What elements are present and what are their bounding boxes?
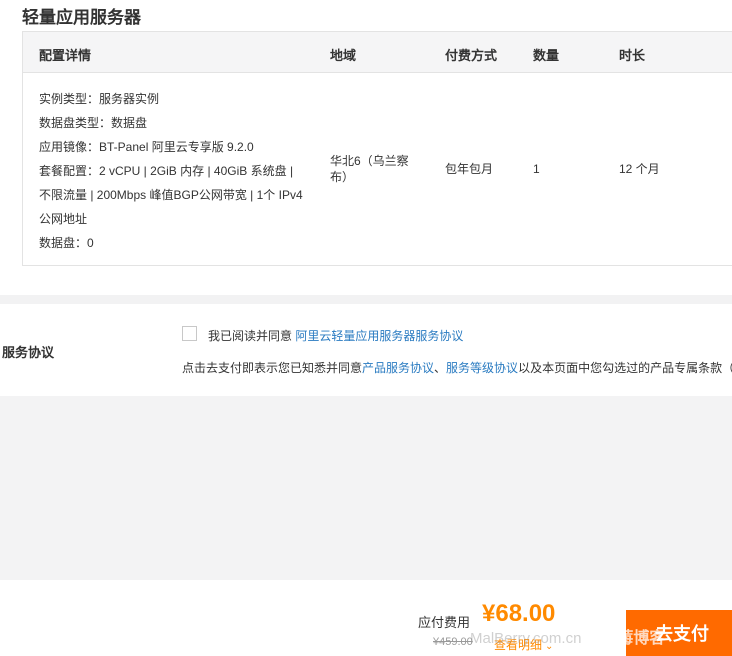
service-level-agreement-link[interactable]: 服务等级协议 xyxy=(446,361,518,375)
empty-area xyxy=(0,396,732,580)
chevron-down-icon: ⌄ xyxy=(545,641,554,652)
section-divider xyxy=(0,295,732,304)
config-package-line-3: 公网地址 xyxy=(39,212,88,226)
config-package-line-2: 不限流量 | 200Mbps 峰值BGP公网带宽 | 1个 IPv4 xyxy=(39,188,303,202)
config-package-line-1: 套餐配置：2 vCPU | 2GiB 内存 | 40GiB 系统盘 | xyxy=(39,164,294,178)
fee-original-price: ¥459.00 xyxy=(433,636,473,648)
table-row: 实例类型：服务器实例 数据盘类型：数据盘 应用镜像：BT-Panel 阿里云专享… xyxy=(23,73,732,265)
header-payment: 付费方式 xyxy=(445,48,498,63)
agreement-note-separator: 、 xyxy=(434,361,447,375)
payment-value: 包年包月 xyxy=(445,162,494,176)
quantity-value: 1 xyxy=(533,162,540,176)
config-details: 实例类型：服务器实例 数据盘类型：数据盘 应用镜像：BT-Panel 阿里云专享… xyxy=(39,87,309,255)
config-image: 应用镜像：BT-Panel 阿里云专享版 9.2.0 xyxy=(39,140,254,154)
header-quantity: 数量 xyxy=(533,48,560,63)
header-config: 配置详情 xyxy=(39,48,92,63)
header-duration: 时长 xyxy=(619,48,646,63)
product-service-agreement-link[interactable]: 产品服务协议 xyxy=(362,361,434,375)
page-title: 轻量应用服务器 xyxy=(22,8,141,27)
fee-detail-label: 查看明细 xyxy=(494,638,543,652)
agreement-note-suffix: 以及本页面中您勾选过的产品专属条款（ xyxy=(518,361,732,375)
region-value: 华北6（乌兰察布） xyxy=(330,154,409,184)
agreement-note-prefix: 点击去支付即表示您已知悉并同意 xyxy=(182,361,363,375)
pay-button[interactable]: 去支付 xyxy=(626,610,732,656)
config-instance-type: 实例类型：服务器实例 xyxy=(39,92,160,106)
fee-amount: ¥68.00 xyxy=(482,600,556,627)
agreement-note: 点击去支付即表示您已知悉并同意产品服务协议、服务等级协议以及本页面中您勾选过的产… xyxy=(182,359,732,376)
table-header: 配置详情 地域 付费方式 数量 时长 xyxy=(23,32,732,73)
config-data-disk: 数据盘：0 xyxy=(39,236,94,250)
fee-detail-link[interactable]: 查看明细 ⌄ xyxy=(494,636,553,653)
service-agreement-link[interactable]: 阿里云轻量应用服务器服务协议 xyxy=(295,329,463,343)
config-disk-type: 数据盘类型：数据盘 xyxy=(39,116,148,130)
duration-value: 12 个月 xyxy=(619,162,660,176)
checkout-footer: 应付费用 ¥68.00 ¥459.00 查看明细 ⌄ 去支付 xyxy=(0,580,732,656)
order-table: 配置详情 地域 付费方式 数量 时长 实例类型：服务器实例 数据盘类型：数据盘 … xyxy=(22,31,732,266)
agreement-checkbox[interactable] xyxy=(182,326,197,341)
header-region: 地域 xyxy=(330,48,357,63)
agreement-title: 服务协议 xyxy=(2,345,55,360)
agreement-checkbox-text: 我已阅读并同意 xyxy=(208,329,293,343)
agreement-checkbox-label: 我已阅读并同意 阿里云轻量应用服务器服务协议 xyxy=(208,327,463,344)
fee-label: 应付费用 xyxy=(418,615,471,630)
